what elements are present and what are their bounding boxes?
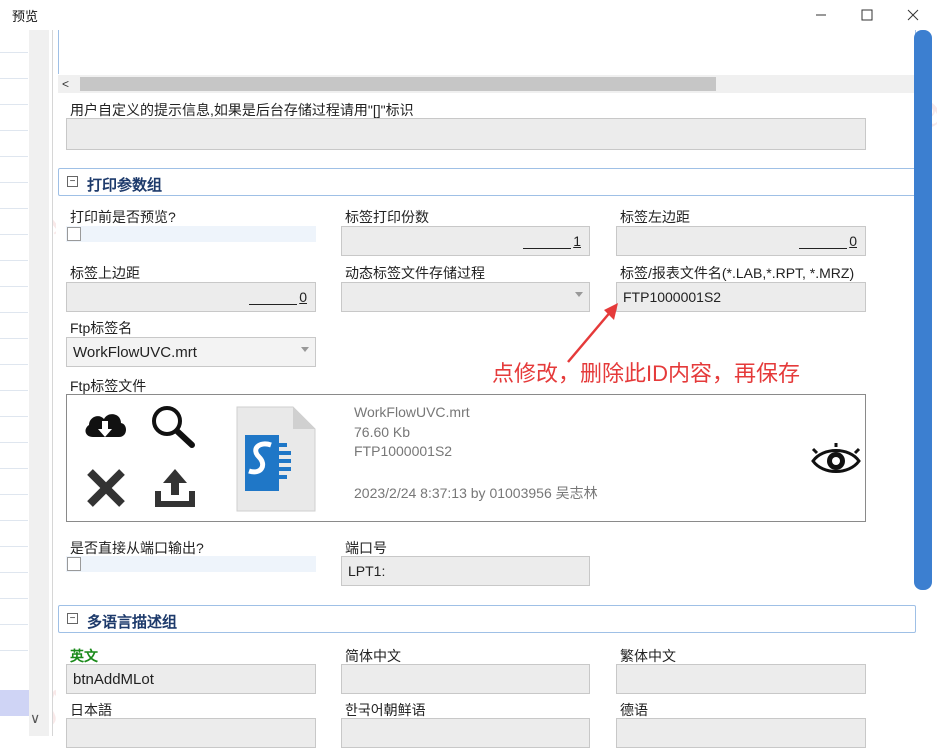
upload-info: 2023/2/24 8:37:13 by 01003956 吴志林 xyxy=(354,485,598,501)
label-left-margin-input[interactable]: 0 xyxy=(616,226,866,256)
maximize-icon[interactable] xyxy=(844,0,890,30)
left-scrollbar[interactable] xyxy=(29,30,49,736)
form-border xyxy=(58,30,916,74)
simplified-chinese-input[interactable] xyxy=(341,664,590,694)
preview-before-print-row xyxy=(66,226,316,242)
label-copies-label: 标签打印份数 xyxy=(345,209,429,225)
window-title: 预览 xyxy=(12,9,39,24)
prompt-input[interactable] xyxy=(66,118,866,150)
label-top-margin-input[interactable]: 0 xyxy=(66,282,316,312)
language-group-title: 多语言描述组 xyxy=(87,614,178,631)
annotation-text: 点修改，删除此ID内容，再保存 xyxy=(492,361,801,386)
vertical-scrollbar[interactable] xyxy=(914,30,932,590)
left-list-panel: ∨ xyxy=(0,30,53,736)
file-size: 76.60 Kb xyxy=(354,424,411,440)
collapse-icon[interactable]: − xyxy=(67,176,78,187)
dynamic-label-proc-label: 动态标签文件存储过程 xyxy=(345,265,485,281)
direct-port-output-label: 是否直接从端口输出? xyxy=(70,540,204,556)
port-label: 端口号 xyxy=(345,540,387,556)
english-label: 英文 xyxy=(70,648,98,664)
search-icon[interactable] xyxy=(149,403,197,452)
download-icon[interactable] xyxy=(81,407,129,450)
traditional-chinese-input[interactable] xyxy=(616,664,866,694)
port-input[interactable]: LPT1: xyxy=(341,556,590,586)
collapse-icon[interactable]: − xyxy=(67,613,78,624)
direct-port-output-checkbox[interactable] xyxy=(67,557,81,571)
scroll-down-icon[interactable]: ∨ xyxy=(30,710,40,727)
upload-icon[interactable] xyxy=(151,467,199,512)
label-copies-input[interactable]: 1 xyxy=(341,226,590,256)
file-name: WorkFlowUVC.mrt xyxy=(354,404,470,420)
ftp-label-name-label: Ftp标签名 xyxy=(70,320,133,336)
german-label: 德语 xyxy=(620,702,648,718)
label-report-file-label: 标签/报表文件名(*.LAB,*.RPT, *.MRZ) xyxy=(620,265,855,281)
prompt-label: 用户自定义的提示信息,如果是后台存储过程请用"[]"标识 xyxy=(70,102,414,118)
ftp-label-name-select[interactable]: WorkFlowUVC.mrt xyxy=(66,337,316,367)
german-input[interactable] xyxy=(616,718,866,748)
simplified-chinese-label: 简体中文 xyxy=(345,648,401,664)
dynamic-label-proc-select[interactable] xyxy=(341,282,590,312)
english-input[interactable]: btnAddMLot xyxy=(66,664,316,694)
delete-icon[interactable] xyxy=(85,467,127,512)
preview-before-print-label: 打印前是否预览? xyxy=(70,209,176,225)
eye-icon[interactable] xyxy=(811,443,861,482)
label-left-margin-label: 标签左边距 xyxy=(620,209,690,225)
direct-port-output-row xyxy=(66,556,316,572)
japanese-label: 日本語 xyxy=(70,702,112,718)
traditional-chinese-label: 繁体中文 xyxy=(620,648,676,664)
title-bar xyxy=(0,0,937,30)
preview-window: 01003956保密文件 2023-02-24 09:29 01003956保密… xyxy=(0,0,937,751)
selected-list-row[interactable] xyxy=(0,690,29,716)
language-group-header[interactable]: − 多语言描述组 xyxy=(58,605,916,633)
horizontal-scroll-thumb[interactable] xyxy=(80,77,716,91)
label-report-file-input[interactable]: FTP1000001S2 xyxy=(616,282,866,312)
print-group-title: 打印参数组 xyxy=(87,177,163,194)
korean-input[interactable] xyxy=(341,718,590,748)
file-id: FTP1000001S2 xyxy=(354,443,453,459)
minimize-icon[interactable] xyxy=(798,0,844,30)
label-top-margin-label: 标签上边距 xyxy=(70,265,140,281)
chevron-down-icon[interactable] xyxy=(301,347,309,352)
file-icon xyxy=(233,405,319,518)
korean-label: 한국어朝鲜语 xyxy=(345,702,426,718)
print-group-header[interactable]: − 打印参数组 xyxy=(58,168,916,196)
close-icon[interactable] xyxy=(890,0,936,30)
scroll-left-icon[interactable]: < xyxy=(62,77,69,91)
japanese-input[interactable] xyxy=(66,718,316,748)
ftp-label-file-panel: WorkFlowUVC.mrt 76.60 Kb FTP1000001S2 20… xyxy=(66,394,866,522)
ftp-label-file-label: Ftp标签文件 xyxy=(70,378,147,394)
preview-before-print-checkbox[interactable] xyxy=(67,227,81,241)
chevron-down-icon[interactable] xyxy=(575,292,583,297)
